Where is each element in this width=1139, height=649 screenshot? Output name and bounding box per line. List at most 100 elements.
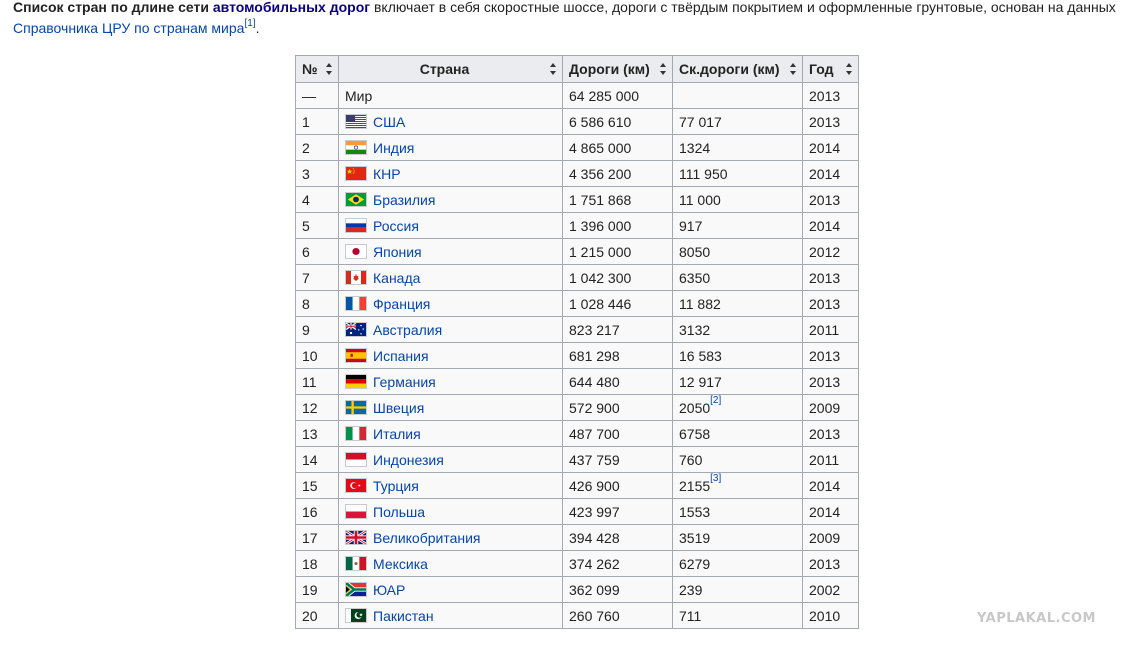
turkey-flag-icon[interactable] [345,477,367,493]
country-link[interactable]: Швеция [373,400,424,416]
table-row: 12 Швеция 572 900 2050[2] 2009 [295,394,859,421]
india-flag-icon[interactable] [345,139,367,155]
country-link[interactable]: Мексика [373,556,428,572]
country-link[interactable]: Пакистан [373,608,434,624]
country-link[interactable]: Германия [373,374,436,390]
sort-icon[interactable] [790,63,797,75]
mexico-flag-icon[interactable] [345,555,367,571]
south-africa-flag-icon[interactable] [345,581,367,597]
table-row: 13 Италия 487 700 6758 2013 [295,420,859,447]
country-link[interactable]: Япония [373,244,422,260]
cell-roads: 681 298 [562,342,673,369]
cell-country: Мексика [338,550,563,577]
header-roads[interactable]: Дороги (км) [562,55,673,83]
highways-value: 917 [679,217,703,234]
canada-flag-icon[interactable] [345,269,367,285]
country-link[interactable]: США [373,114,405,130]
spain-flag-icon[interactable] [345,347,367,363]
sweden-flag-icon[interactable] [345,399,367,415]
cell-num: 15 [295,472,339,499]
cell-country: Испания [338,342,563,369]
reference-link[interactable]: [3] [710,473,721,484]
country-link[interactable]: КНР [373,166,401,182]
header-roads-label: Дороги (км) [569,61,650,77]
cell-num: 16 [295,498,339,525]
brazil-flag-icon[interactable] [345,191,367,207]
cell-country: Индонезия [338,446,563,473]
country-link[interactable]: ЮАР [373,582,405,598]
cell-year: 2014 [802,134,859,161]
caption-ref-link[interactable]: [1] [244,18,255,29]
germany-flag-icon[interactable] [345,373,367,389]
country-link[interactable]: Бразилия [373,192,435,208]
cell-year: 2009 [802,394,859,421]
header-num[interactable]: № [295,55,339,83]
cell-roads: 1 215 000 [562,238,673,265]
cell-year: 2014 [802,472,859,499]
sort-icon[interactable] [846,63,853,75]
reference-link[interactable]: [2] [710,395,721,406]
australia-flag-icon[interactable] [345,321,367,337]
country-link[interactable]: Турция [373,478,419,494]
highways-value: 11 000 [679,191,721,208]
italy-flag-icon[interactable] [345,425,367,441]
header-num-label: № [302,61,318,77]
highways-value: 3519 [679,529,711,546]
cell-roads: 823 217 [562,316,673,343]
country-link[interactable]: Франция [373,296,430,312]
highways-value: 1324 [679,139,711,156]
france-flag-icon[interactable] [345,295,367,311]
cell-roads: 362 099 [562,576,673,603]
cell-num: 7 [295,264,339,291]
highways-value: 2050 [679,399,711,416]
caption-roads-link[interactable]: автомобильных дорог [213,0,370,15]
caption-source-link[interactable]: Справочника ЦРУ по странам мира [13,20,244,36]
caption-bold-text: Список стран по длине сети [13,0,209,15]
header-country-label: Страна [419,61,470,77]
country-link[interactable]: Канада [373,270,420,286]
china-flag-icon[interactable] [345,165,367,181]
country-link[interactable]: Польша [373,504,425,520]
country-link[interactable]: Индонезия [373,452,444,468]
russia-flag-icon[interactable] [345,217,367,233]
pakistan-flag-icon[interactable] [345,607,367,623]
header-year[interactable]: Год [802,55,859,83]
table-row: — Мир 64 285 000 2013 [295,82,859,109]
indonesia-flag-icon[interactable] [345,451,367,467]
header-highways[interactable]: Ск.дороги (км) [672,55,803,83]
poland-flag-icon[interactable] [345,503,367,519]
cell-highways: 3519 [672,524,803,551]
country-link[interactable]: Индия [373,140,414,156]
cell-highways: 11 000 [672,186,803,213]
table-row: 16 Польша 423 997 1553 2014 [295,498,859,525]
cell-num: 6 [295,238,339,265]
cell-year: 2013 [802,186,859,213]
table-row: 8 Франция 1 028 446 11 882 2013 [295,290,859,317]
usa-flag-icon[interactable] [345,113,367,129]
highways-value: 1553 [679,503,711,520]
header-country[interactable]: Страна [338,55,563,83]
table-row: 19 ЮАР 362 099 239 2002 [295,576,859,603]
cell-country: Турция [338,472,563,499]
cell-roads: 1 751 868 [562,186,673,213]
uk-flag-icon[interactable] [345,529,367,545]
country-label: Мир [345,87,373,104]
country-link[interactable]: Австралия [373,322,442,338]
cell-year: 2014 [802,212,859,239]
japan-flag-icon[interactable] [345,243,367,259]
sort-icon[interactable] [550,63,557,75]
country-link[interactable]: Италия [373,426,421,442]
country-link[interactable]: Великобритания [373,530,481,546]
country-link[interactable]: Россия [373,218,419,234]
sort-icon[interactable] [326,63,333,75]
cell-num: 10 [295,342,339,369]
sort-icon[interactable] [660,63,667,75]
cell-roads: 6 586 610 [562,108,673,135]
table-row: 6 Япония 1 215 000 8050 2012 [295,238,859,265]
cell-country: Россия [338,212,563,239]
country-link[interactable]: Испания [373,348,429,364]
cell-year: 2010 [802,602,859,629]
cell-highways: 2155[3] [672,472,803,499]
cell-country: ЮАР [338,576,563,603]
cell-highways: 8050 [672,238,803,265]
